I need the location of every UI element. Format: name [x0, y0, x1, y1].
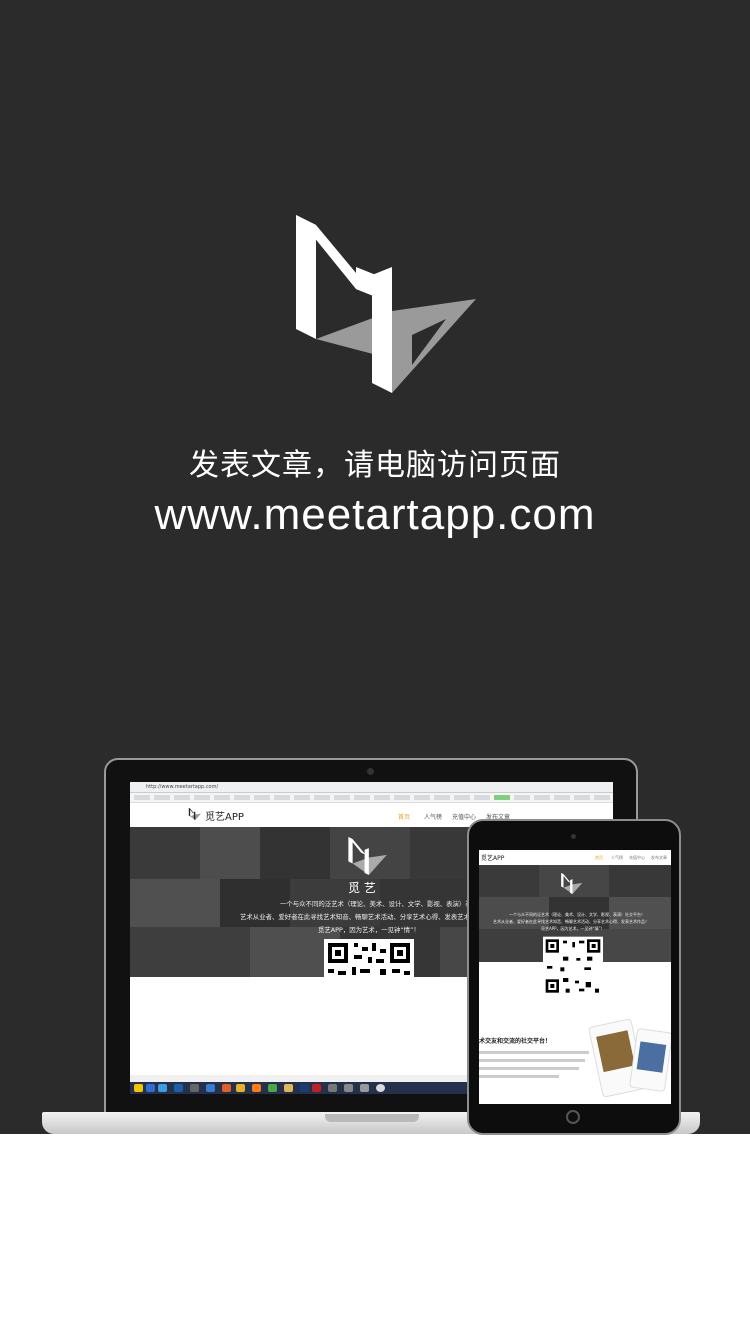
banner-line-2: 艺术从业者、爱好者在此寻找艺术知音、畅聊艺术活动、分享艺术心得、发表艺术: [240, 913, 471, 921]
banner-line-1: 一个与众不同的泛艺术（理论、美术、设计、文学、影视、表演）社交平台！: [280, 900, 498, 908]
tablet-para-line: [479, 1075, 559, 1078]
address-bar-url: http://www.meetartapp.com/: [146, 784, 219, 790]
tablet-site-logo: 觅艺APP: [481, 855, 505, 862]
qr-code-icon: [324, 939, 414, 977]
phone-preview-card: [629, 1027, 671, 1093]
meetart-logo-icon: [296, 215, 476, 393]
banner-title: 觅 艺: [348, 881, 376, 895]
tablet-banner-line-2: 艺术从业者、爱好者在此寻找艺术知音、畅聊艺术活动、分享艺术心得、发表艺术作品！: [493, 919, 649, 924]
tablet-qr-code-icon: [543, 936, 603, 996]
browser-address-bar: http://www.meetartapp.com/: [130, 782, 613, 793]
tablet-screen: 觅艺APP 首页 人气榜 充值中心 发布文章 一个与众不同的泛艺术（理论、美术、…: [479, 850, 671, 1104]
tablet-home-button: [566, 1110, 580, 1124]
tablet-nav-recharge[interactable]: 充值中心: [629, 855, 645, 861]
laptop-notch: [325, 1114, 419, 1122]
nav-recharge[interactable]: 充值中心: [452, 812, 476, 821]
tablet-camera-icon: [571, 834, 576, 839]
tablet-para-line: [479, 1067, 579, 1070]
banner-line-3: 觅艺APP，因为艺术，一见钟“情”！: [318, 926, 420, 934]
hero-tagline: 发表文章，请电脑访问页面: [189, 448, 561, 483]
banner-logo-icon: [348, 837, 387, 875]
tablet-para-line: [479, 1059, 585, 1062]
nav-ranking[interactable]: 人气榜: [424, 812, 442, 821]
tablet-para-line: [479, 1051, 589, 1054]
app-download-page: 发表文章，请电脑访问页面 www.meetartapp.com http://w…: [0, 0, 750, 1334]
tablet-navbar: 觅艺APP 首页 人气榜 充值中心 发布文章: [479, 850, 671, 865]
tablet-nav-publish[interactable]: 发布文章: [651, 855, 667, 861]
tablet-nav-home[interactable]: 首页: [595, 855, 603, 861]
tablet-banner-line-1: 一个与众不同的泛艺术（理论、美术、设计、文学、影视、表演）社交平台！: [509, 912, 645, 917]
tablet-banner-logo-icon: [561, 873, 583, 894]
website-url[interactable]: www.meetartapp.com: [0, 490, 750, 540]
tablet-section-heading: 术交友和交流的社交平台！: [479, 1038, 552, 1045]
site-logo-icon: [188, 808, 201, 820]
site-logo-text: 觅艺APP: [205, 812, 244, 823]
bookmarks-bar: [130, 793, 613, 803]
tablet-nav-ranking[interactable]: 人气榜: [611, 855, 623, 861]
tablet-banner-line-3: 觅艺APP，因为艺术，一见钟“情”！: [541, 926, 605, 931]
laptop-camera-icon: [367, 768, 374, 775]
nav-home[interactable]: 首页: [398, 812, 410, 821]
